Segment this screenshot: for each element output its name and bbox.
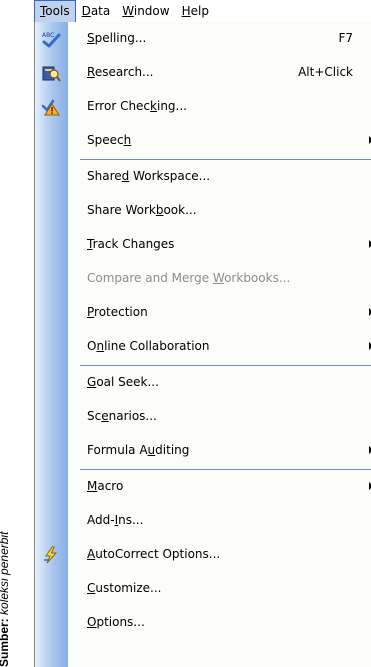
menu-item-goal-seek[interactable]: Goal Seek... xyxy=(35,366,371,400)
shortcut-f7: F7 xyxy=(338,31,353,45)
menu-help[interactable]: Help xyxy=(176,0,215,22)
menu-tools[interactable]: Tools xyxy=(34,0,76,22)
menu-bar: Tools Data Window Help xyxy=(34,0,371,23)
autocorrect-lightning-icon xyxy=(41,545,61,565)
menu-item-track-changes[interactable]: Track Changes xyxy=(35,228,371,262)
error-checking-icon xyxy=(41,97,61,117)
research-book-icon xyxy=(41,63,61,83)
menu-item-formula-auditing[interactable]: Formula Auditing xyxy=(35,434,371,468)
source-credit: Sumber: koleksi penerbit xyxy=(0,0,22,667)
credit-label: Sumber: xyxy=(0,618,11,667)
menu-item-scenarios[interactable]: Scenarios... xyxy=(35,400,371,434)
menu-item-customize[interactable]: Customize... xyxy=(35,572,371,606)
menu-item-macro[interactable]: Macro xyxy=(35,470,371,504)
svg-text:ABC: ABC xyxy=(42,32,54,39)
menu-item-speech[interactable]: Speech xyxy=(35,124,371,158)
menu-item-online-collaboration[interactable]: Online Collaboration xyxy=(35,330,371,364)
menu-item-options[interactable]: Options... xyxy=(35,606,371,640)
menu-item-add-ins[interactable]: Add-Ins... xyxy=(35,504,371,538)
credit-source: koleksi penerbit xyxy=(0,531,11,615)
menu-item-protection[interactable]: Protection xyxy=(35,296,371,330)
source-credit-text: Sumber: koleksi penerbit xyxy=(0,532,11,667)
menu-item-autocorrect-options[interactable]: AutoCorrect Options... xyxy=(35,538,371,572)
menu-item-share-workbook[interactable]: Share Workbook... xyxy=(35,194,371,228)
spelling-abc-icon: ABC xyxy=(41,29,61,49)
menu-item-shared-workspace[interactable]: Shared Workspace... xyxy=(35,160,371,194)
shortcut-alt-click: Alt+Click xyxy=(298,65,353,79)
menu-item-error-checking[interactable]: Error Checking... xyxy=(35,90,371,124)
menu-item-research[interactable]: Research... Alt+Click xyxy=(35,56,371,90)
menu-window[interactable]: Window xyxy=(116,0,175,22)
menu-data[interactable]: Data xyxy=(76,0,117,22)
tools-dropdown-menu: ABC Spelling... F7 Research... Alt+Click xyxy=(34,22,371,667)
menu-item-compare-merge: Compare and Merge Workbooks... xyxy=(87,271,291,285)
menu-item-spelling[interactable]: ABC Spelling... F7 xyxy=(35,22,371,56)
